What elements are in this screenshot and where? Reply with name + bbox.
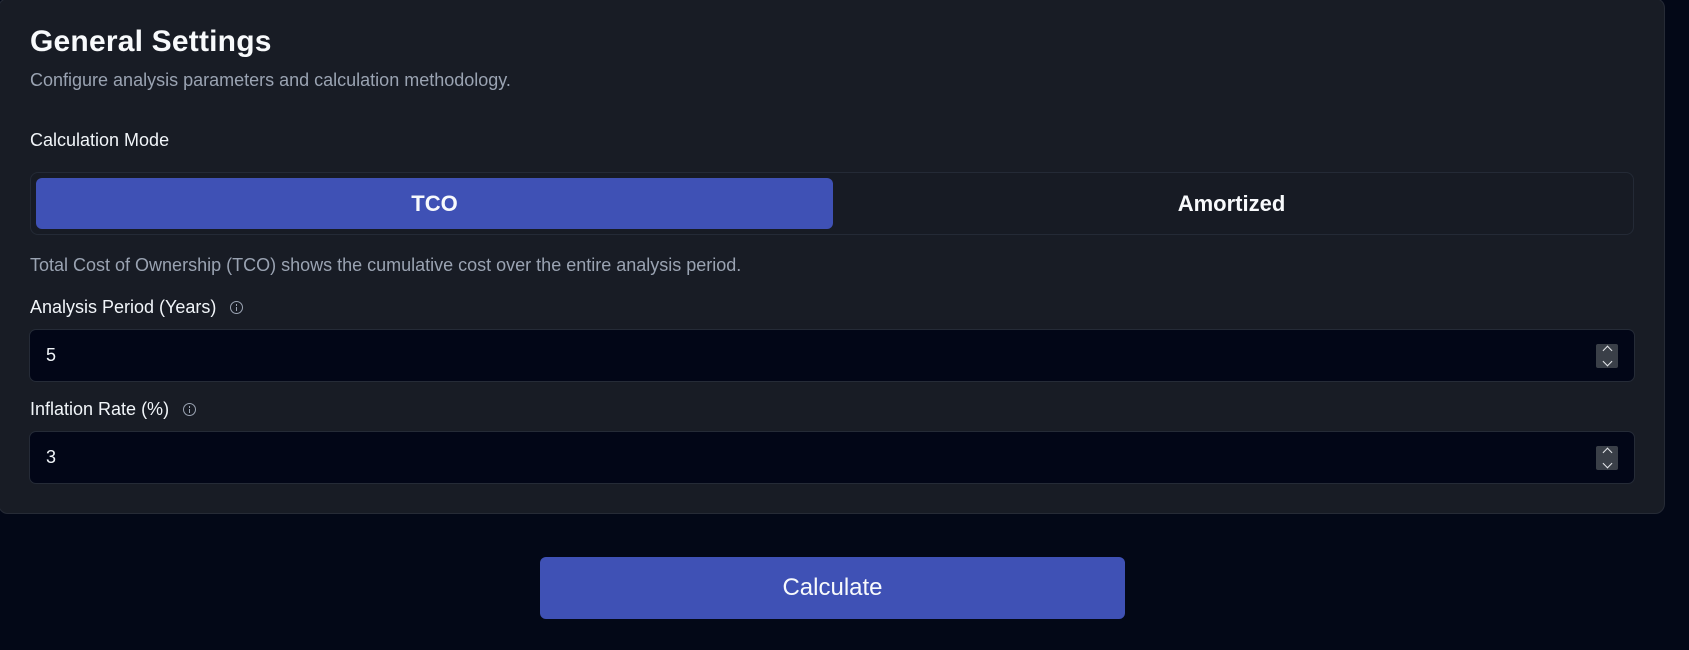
mode-option-amortized[interactable]: Amortized — [833, 178, 1630, 229]
mode-option-tco[interactable]: TCO — [36, 178, 833, 229]
inflation-rate-input[interactable] — [30, 432, 1634, 483]
info-icon[interactable] — [230, 301, 244, 314]
general-settings-card: General Settings Configure analysis para… — [0, 0, 1665, 514]
inflation-rate-label: Inflation Rate (%) — [30, 399, 197, 420]
calculation-mode-label-text: Calculation Mode — [30, 130, 170, 150]
info-icon[interactable] — [183, 403, 197, 416]
analysis-period-label-text: Analysis Period (Years) — [30, 297, 217, 317]
chevron-up-icon[interactable] — [1602, 447, 1612, 458]
calculation-mode-description: Total Cost of Ownership (TCO) shows the … — [30, 255, 742, 275]
section-subtitle: Configure analysis parameters and calcul… — [30, 70, 511, 90]
calculation-mode-label: Calculation Mode — [30, 130, 169, 151]
inflation-rate-label-text: Inflation Rate (%) — [30, 399, 170, 419]
analysis-period-input[interactable] — [30, 330, 1634, 381]
analysis-period-field — [29, 329, 1635, 382]
chevron-up-icon[interactable] — [1602, 345, 1612, 356]
inflation-rate-stepper[interactable] — [1596, 446, 1618, 470]
calculation-mode-toggle: TCO Amortized — [30, 172, 1634, 235]
chevron-down-icon[interactable] — [1602, 458, 1612, 469]
analysis-period-label: Analysis Period (Years) — [30, 297, 244, 318]
analysis-period-stepper[interactable] — [1596, 344, 1618, 368]
calculate-button[interactable]: Calculate — [540, 557, 1125, 619]
inflation-rate-field — [29, 431, 1635, 484]
section-title: General Settings — [30, 25, 272, 58]
chevron-down-icon[interactable] — [1602, 356, 1612, 367]
